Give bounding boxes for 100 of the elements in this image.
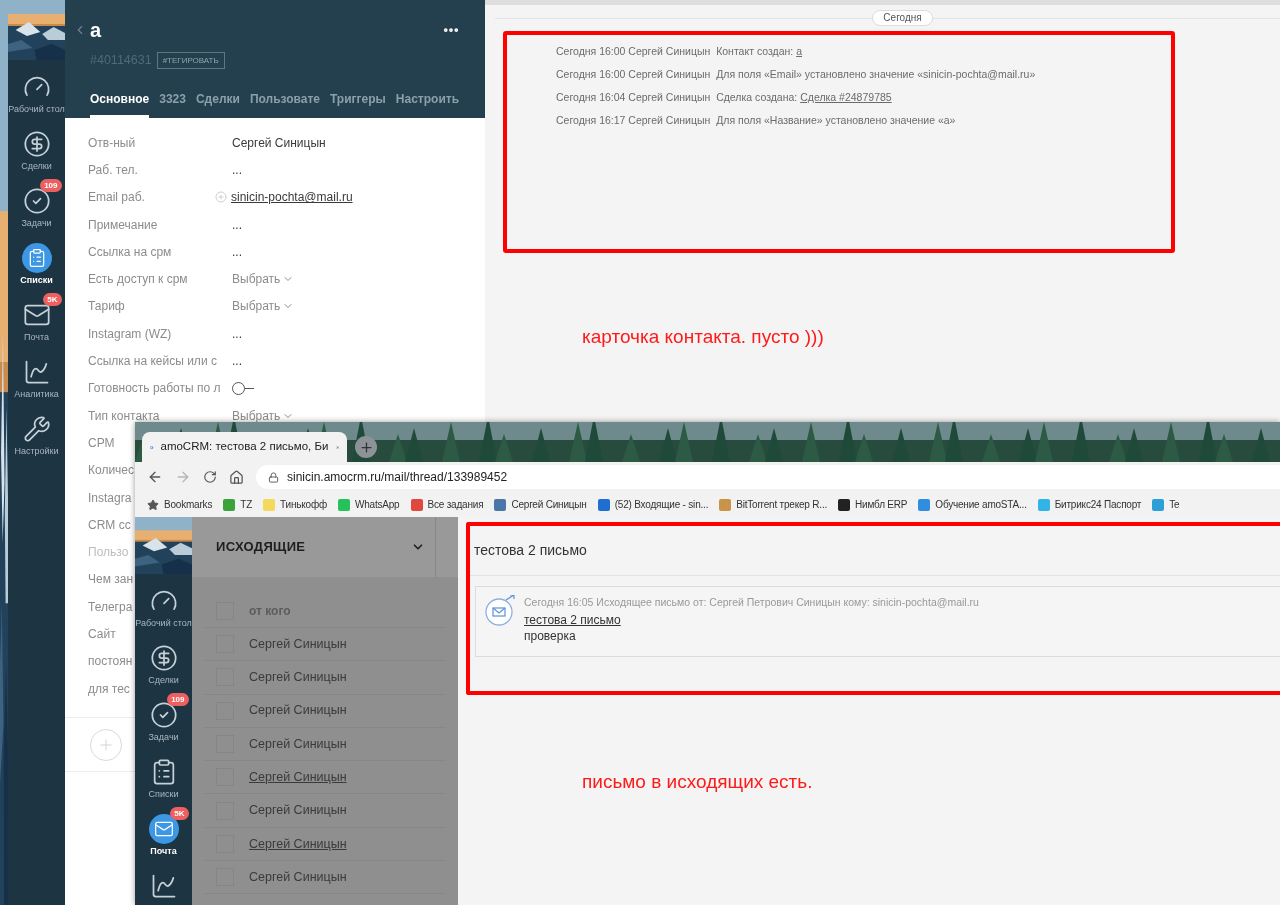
tab[interactable]: Пользовате [249,90,320,118]
sidebar-item[interactable]: Сделки [135,639,192,696]
tab[interactable]: Настроить [395,90,459,118]
envelope-icon [148,814,179,844]
bookmark[interactable]: Битрикс24 Паспорт [1037,497,1142,512]
field-value[interactable]: ... [232,352,242,370]
bookmark[interactable]: Сергей Синицын [494,497,587,512]
annotation-note: карточка контакта. пусто ))) [582,325,825,349]
sender-name[interactable]: Сергей Синицын [249,734,347,754]
annotation-note: письмо в исходящих есть. [582,770,814,794]
field-label: Чем зан [88,571,134,589]
bookmark[interactable]: TZ [223,497,253,512]
field-label: Примечание [88,216,158,234]
field-label: Тариф [88,298,125,316]
forward-icon[interactable] [175,469,191,485]
field-label: Готовность работы по л [88,380,221,398]
field-label: Тип контакта [88,407,160,425]
sender-name[interactable]: Сергей Синицын [249,634,347,654]
sender-name[interactable]: Сергей Синицын [249,801,347,820]
check-icon [21,186,52,216]
bookmark[interactable]: Тинькофф [263,497,327,512]
star-icon [147,498,159,511]
bookmark[interactable]: WhatsApp [337,497,400,512]
badge-count: 109 [40,179,62,192]
field-value[interactable]: ... [232,242,242,261]
sender-name[interactable]: Сергей Синицын [249,834,347,854]
field-label: постоян [88,653,133,671]
outgoing-mail-icon [484,595,516,627]
message-subject-link[interactable]: тестова 2 письмо [524,611,621,629]
bookmark[interactable]: Нимбл ERP [838,497,908,512]
dollar-icon [148,643,179,673]
sidebar-item[interactable]: Сделки [8,125,65,182]
field-label: Количес [88,462,135,480]
tab[interactable]: Основное [90,90,150,118]
bookmark[interactable]: Обучение amoSTA... [918,497,1027,512]
sidebar-item[interactable]: Рабочий стол [135,582,192,639]
field-value[interactable]: ... [232,215,242,234]
field-label: Instagra [88,489,132,507]
entry-link[interactable]: Сделка #24879785 [800,91,892,103]
tab[interactable]: Триггеры [330,90,386,118]
home-icon[interactable] [229,469,244,485]
tag-button[interactable]: #ТЕГИРОВАТЬ [156,51,225,69]
list-icon [21,243,52,273]
timeline-entry: Сегодня 16:00 Сергей Синицын Для поля «Email» установлено значение «sinicin-pochta@mail.ru» [556,67,1037,81]
plus-icon [358,439,374,455]
field-label: для тес [88,680,130,698]
field-label: Отв-ный [88,134,136,152]
sidebar-item[interactable]: Аналитика [8,353,65,410]
bookmark[interactable]: Все задания [410,497,484,512]
back-icon[interactable] [147,469,163,485]
bookmark[interactable]: (52) Входящие - sin... [597,497,709,512]
contact-title: a [90,18,102,42]
check-icon [148,700,179,730]
timeline-entry: Сегодня 16:00 Сергей Синицын Контакт создан: a [556,44,803,58]
sidebar-item[interactable]: Списки [8,239,65,296]
tab[interactable]: Сделки [195,90,240,118]
sidebar-item[interactable]: 109 Задачи [135,696,192,753]
sender-name[interactable]: Сергей Синицын [249,701,347,721]
tab[interactable]: 3323 [159,90,186,118]
bookmark[interactable]: BitTorrent трекер R... [719,497,828,512]
select-field[interactable]: Выбрать [232,406,295,425]
field-label: CRM сс [88,516,131,534]
field-label: Email раб. [88,189,145,207]
browser-tab[interactable]: amoCRM: тестова 2 письмо, Би [142,432,347,462]
badge-count: 109 [167,693,189,706]
sender-name[interactable]: Сергей Синицын [249,867,347,887]
reload-icon[interactable] [203,470,217,484]
field-label: Ссылка на срм [88,243,172,261]
field-label: Instagram (WZ) [88,325,172,343]
badge-count: 5K [170,807,189,820]
bookmark[interactable]: Bookmarks [147,497,213,512]
entry-link[interactable]: a [796,45,802,57]
sender-name[interactable]: Сергей Синицын [249,668,347,687]
sender-name[interactable]: Сергей Синицын [249,767,347,787]
sidebar-item[interactable]: Настройки [8,410,65,467]
field-value[interactable]: ... [232,160,242,179]
thread-subject: тестова 2 письмо [474,541,587,560]
sidebar-item[interactable]: 5K Почта [8,296,65,353]
message-meta: Сегодня 16:05 Исходящее письмо от: Сергей Петрович Синицын кому: sinicin-pochta@mail.ru [524,595,979,609]
field-label: Сайт [88,626,116,643]
sidebar-item[interactable]: 5K Почта [135,810,192,867]
sidebar-item[interactable]: Списки [135,753,192,810]
sidebar-item[interactable]: 109 Задачи [8,182,65,239]
add-icon[interactable] [215,191,227,204]
badge-count: 5K [43,293,62,306]
field-value[interactable]: ... [232,324,242,343]
timeline-entry: Сегодня 16:04 Сергей Синицын Сделка создана: Сделка #24879785 [556,90,893,104]
field-label: Телегра [88,598,133,616]
field-label: Пользо [88,544,129,562]
address-field[interactable]: sinicin.amocrm.ru/mail/thread/133989452 [256,465,1280,489]
bookmark[interactable]: Te [1152,497,1180,512]
field-label: Раб. тел. [88,161,138,179]
select-field[interactable]: Выбрать [232,270,295,289]
lock-icon [268,471,279,483]
sidebar-item[interactable]: Рабочий стол [8,68,65,125]
select-field[interactable]: Выбрать [232,297,295,316]
email-link[interactable]: sinicin-pochta@mail.ru [231,188,353,207]
field-label: СРМ [88,434,115,452]
field-value[interactable]: Сергей Синицын [232,133,326,152]
date-pill: Сегодня [872,10,933,26]
